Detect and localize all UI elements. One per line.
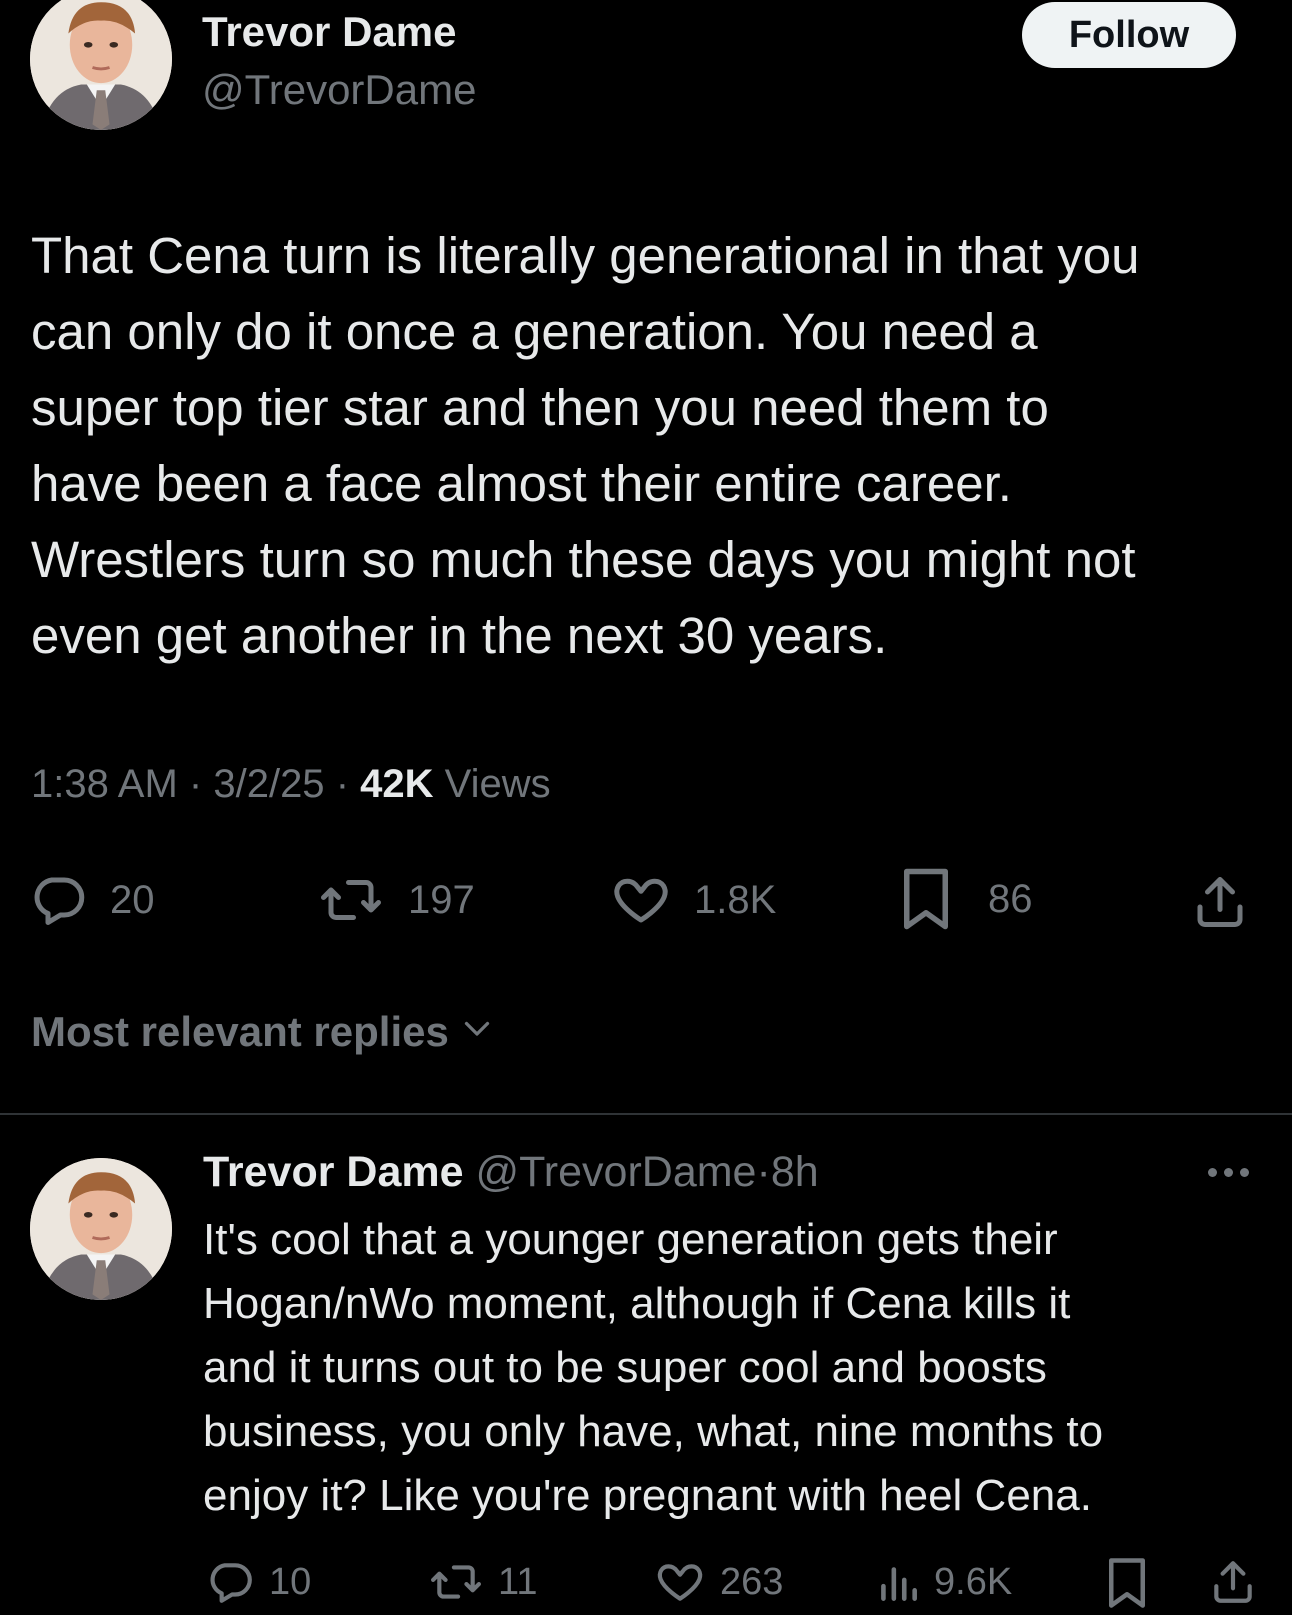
author-name[interactable]: Trevor Dame [202, 8, 456, 56]
like-icon [654, 1557, 706, 1607]
meta-separator: · [335, 762, 350, 806]
reply-bookmark-action[interactable] [1104, 1556, 1150, 1610]
share-action[interactable] [1190, 870, 1250, 934]
reply-repost-count: 11 [498, 1560, 538, 1603]
author-avatar[interactable] [30, 0, 172, 130]
tweet-time[interactable]: 1:38 AM [31, 762, 178, 806]
views-count: 42K [360, 762, 434, 806]
views-icon [876, 1557, 920, 1607]
views-label: Views [444, 762, 551, 806]
reply-icon [28, 870, 88, 930]
replies-sort-dropdown[interactable]: Most relevant replies [31, 1008, 495, 1056]
follow-button[interactable]: Follow [1022, 2, 1236, 68]
share-icon [1208, 1557, 1258, 1607]
bookmark-count: 86 [988, 876, 1033, 921]
reply-reply-action[interactable]: 10 [205, 1556, 311, 1608]
reply-like-count: 263 [720, 1560, 784, 1603]
bookmark-action[interactable]: 86 [898, 866, 1033, 932]
reply-separator: · [756, 1148, 771, 1196]
repost-action[interactable]: 197 [318, 868, 475, 932]
reply-action[interactable]: 20 [28, 868, 155, 932]
divider [0, 1113, 1292, 1115]
reply-views-count: 9.6K [934, 1560, 1013, 1603]
reply-author-name[interactable]: Trevor Dame [203, 1148, 464, 1196]
reply-text: It's cool that a younger generation gets… [203, 1215, 1104, 1520]
reply-author-handle[interactable]: @TrevorDame [475, 1148, 756, 1196]
repost-icon [318, 870, 384, 930]
tweet-date[interactable]: 3/2/25 [213, 762, 324, 806]
reply-age[interactable]: 8h [771, 1148, 819, 1196]
reply-reply-count: 10 [269, 1560, 312, 1603]
bookmark-icon [898, 866, 954, 932]
share-icon [1190, 872, 1250, 932]
author-handle[interactable]: @TrevorDame [202, 66, 476, 114]
reply-repost-action[interactable]: 11 [428, 1556, 537, 1608]
reply-author-avatar[interactable] [30, 1158, 172, 1300]
reply-share-action[interactable] [1208, 1556, 1258, 1608]
reply-views-action[interactable]: 9.6K [876, 1556, 1012, 1608]
bookmark-icon [1104, 1556, 1150, 1610]
repost-icon [428, 1557, 484, 1607]
chevron-down-icon [459, 1008, 495, 1056]
meta-separator: · [188, 762, 203, 806]
more-icon[interactable] [1208, 1168, 1249, 1177]
like-icon [610, 870, 672, 930]
replies-sort-label: Most relevant replies [31, 1008, 449, 1055]
like-action[interactable]: 1.8K [610, 868, 776, 932]
reply-count: 20 [110, 877, 155, 922]
reply-header: Trevor Dame @TrevorDame·8h [203, 1148, 819, 1197]
tweet-meta: 1:38 AM · 3/2/25 · 42K Views [31, 762, 551, 807]
like-count: 1.8K [694, 877, 777, 922]
tweet-text: That Cena turn is literally generational… [31, 227, 1140, 664]
repost-count: 197 [408, 877, 475, 922]
reply-icon [205, 1557, 255, 1607]
reply-like-action[interactable]: 263 [654, 1556, 783, 1608]
